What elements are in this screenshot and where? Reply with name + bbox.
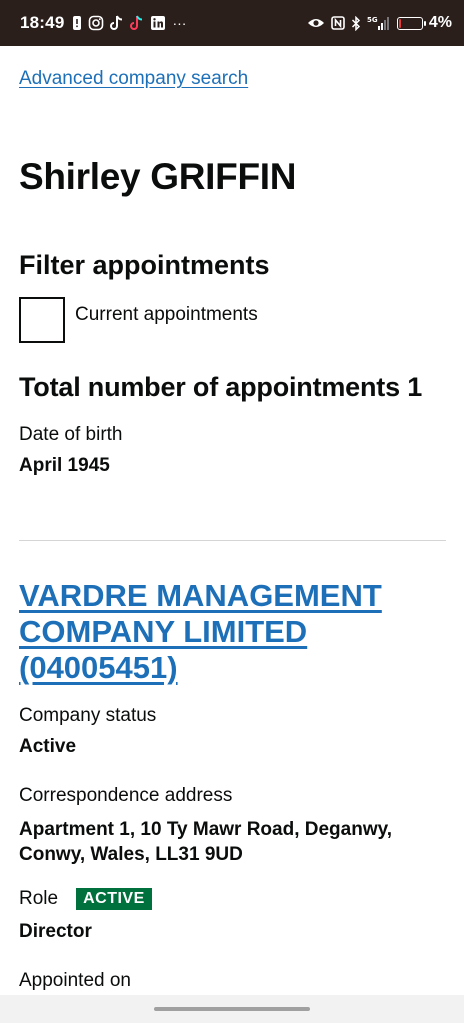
notification-alert-icon [72, 15, 82, 31]
instagram-icon [88, 15, 104, 31]
status-left-icons: ··· [72, 15, 186, 31]
battery-icon [396, 16, 426, 30]
signal-5g-icon: 5G [367, 15, 391, 31]
date-of-birth-value: April 1945 [19, 455, 110, 476]
current-appointments-checkbox[interactable] [19, 297, 65, 343]
company-status-value: Active [19, 736, 77, 757]
date-of-birth-label: Date of birth [19, 424, 123, 445]
battery-percent: 4% [428, 14, 452, 31]
status-bar: 18:49 ··· 5G 4% [0, 0, 464, 46]
role-value: Director [19, 921, 92, 942]
system-navigation-bar [0, 995, 464, 1023]
status-time: 18:49 [20, 13, 65, 32]
role-label: Role [19, 888, 59, 909]
nfc-icon [331, 16, 345, 30]
linkedin-icon [150, 15, 166, 31]
status-right-icons: 5G 4% [307, 14, 452, 32]
correspondence-address-value: Apartment 1, 10 Ty Mawr Road, Deganwy, C… [19, 819, 393, 865]
correspondence-address-label: Correspondence address [19, 785, 233, 806]
tiktok-icon [110, 15, 124, 31]
current-appointments-label[interactable]: Current appointments [75, 304, 258, 326]
battery-level [398, 18, 401, 28]
role-row: Role ACTIVE [19, 888, 152, 910]
filter-appointments-heading: Filter appointments [19, 250, 270, 280]
svg-text:5G: 5G [367, 16, 378, 24]
more-dots-icon: ··· [172, 15, 187, 31]
company-status-label: Company status [19, 705, 157, 726]
status-badge: ACTIVE [76, 888, 152, 910]
bluetooth-icon [351, 15, 361, 31]
total-appointments-heading: Total number of appointments 1 [19, 372, 423, 402]
tiktok-icon [130, 15, 144, 31]
home-indicator[interactable] [154, 1007, 310, 1011]
company-name-link[interactable]: VARDRE MANAGEMENT COMPANY LIMITED (04005… [19, 578, 439, 686]
section-divider [19, 540, 446, 541]
eye-icon [307, 17, 325, 29]
officer-name-heading: Shirley GRIFFIN [19, 156, 297, 197]
appointed-on-label: Appointed on [19, 970, 131, 991]
current-appointments-filter[interactable]: Current appointments [19, 297, 258, 343]
advanced-company-search-link[interactable]: Advanced company search [19, 68, 248, 90]
